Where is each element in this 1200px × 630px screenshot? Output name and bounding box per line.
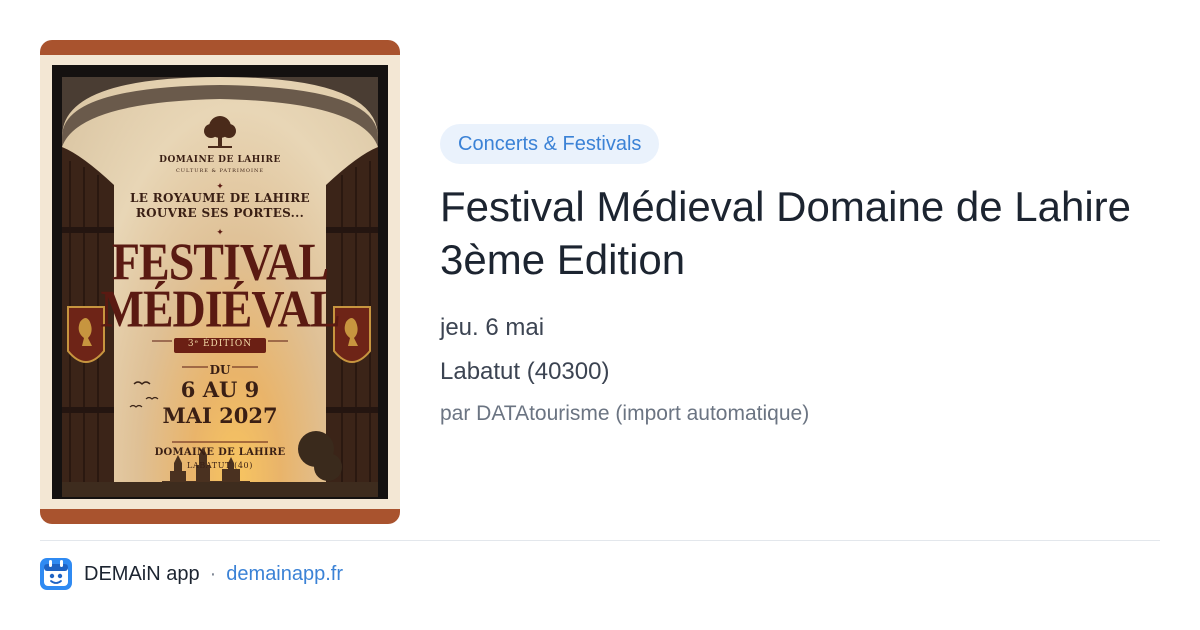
poster-date-prefix: DU xyxy=(209,363,231,377)
poster-org-tagline: CULTURE & PATRIMOINE xyxy=(175,168,265,174)
category-badge[interactable]: Concerts & Festivals xyxy=(440,124,660,164)
site-link[interactable]: demainapp.fr xyxy=(226,563,343,586)
demain-app-logo-icon xyxy=(40,558,72,590)
event-poster[interactable]: ✦ ✦ DOMAINE DE LAHIRE CULTURE & PATRIMOI… xyxy=(40,40,400,524)
poster-tagline-1: LE ROYAUME DE LAHIRE xyxy=(130,191,310,205)
event-source: par DATAtourisme (import automatique) xyxy=(440,402,810,425)
poster-date-line-1: 6 AU 9 xyxy=(180,377,260,402)
event-location: Labatut (40300) xyxy=(440,358,610,385)
poster-org-name: DOMAINE DE LAHIRE xyxy=(159,155,281,165)
poster-venue: DOMAINE DE LAHIRE xyxy=(154,447,286,458)
event-title[interactable]: Festival Médieval Domaine de Lahire 3ème… xyxy=(440,180,1140,286)
footer-divider xyxy=(40,540,1160,541)
poster-edition: 3ᵉ ÉDITION xyxy=(187,339,253,349)
poster-title-2: MÉDIÉVAL xyxy=(100,279,340,338)
footer-separator: · xyxy=(209,562,217,585)
poster-date-line-2: MAI 2027 xyxy=(162,403,278,428)
poster-artwork: ✦ ✦ DOMAINE DE LAHIRE CULTURE & PATRIMOI… xyxy=(62,77,378,497)
svg-text:✦: ✦ xyxy=(216,181,224,191)
app-name: DEMAiN app xyxy=(84,562,200,585)
event-date: jeu. 6 mai xyxy=(440,314,545,341)
poster-town: LABATUT (40) xyxy=(187,461,253,470)
footer: DEMAiN app · demainapp.fr xyxy=(40,558,343,590)
poster-tagline-2: ROUVRE SES PORTES... xyxy=(135,206,305,220)
